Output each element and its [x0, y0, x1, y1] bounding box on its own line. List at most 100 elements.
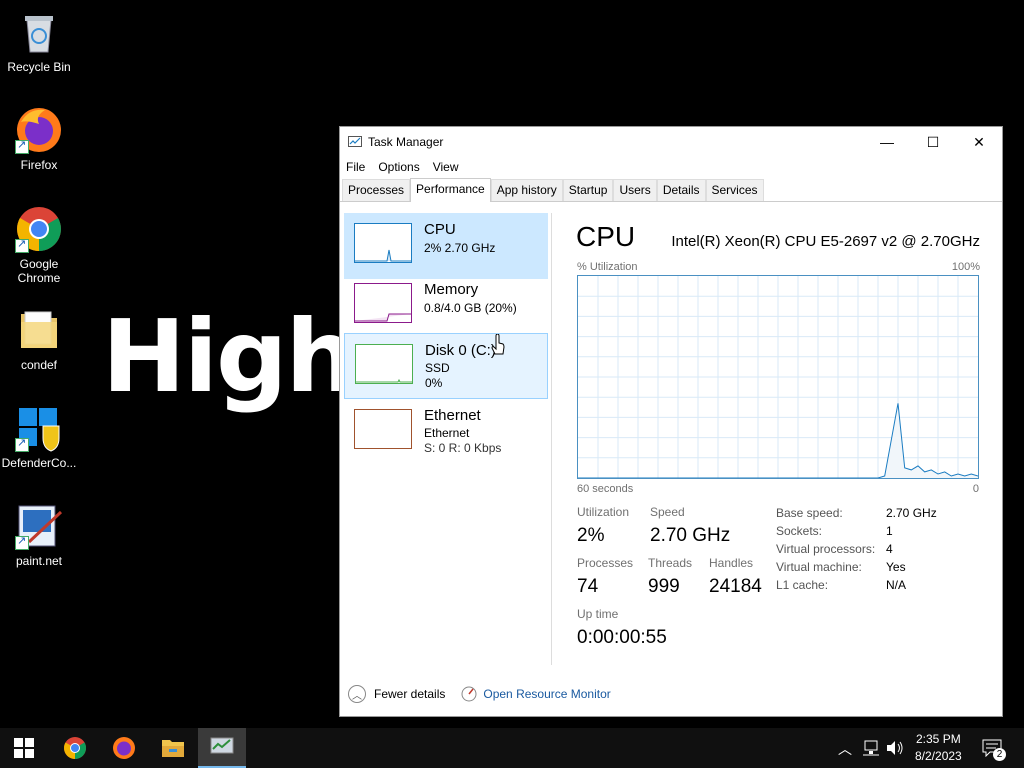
window-title: Task Manager: [368, 135, 444, 149]
volume-icon[interactable]: [886, 740, 904, 756]
y-axis-max-label: 100%: [951, 261, 980, 273]
desktop-icon-paintnet[interactable]: paint.net: [1, 502, 77, 568]
threads-label: Threads: [648, 556, 693, 570]
resource-list: CPU 2% 2.70 GHz Memory 0.8/4.0 GB (20%) …: [344, 213, 548, 665]
resource-usage: S: 0 R: 0 Kbps: [424, 441, 502, 455]
menu-options[interactable]: Options: [378, 160, 419, 174]
desktop-icon-label: DefenderCo...: [1, 456, 77, 470]
network-icon[interactable]: [862, 740, 880, 756]
shortcut-arrow-icon: [15, 436, 29, 452]
spec-label: Sockets:: [776, 524, 823, 538]
resource-type: Ethernet: [424, 426, 470, 440]
fewer-details-link[interactable]: Fewer details: [374, 687, 445, 701]
cpu-model: Intel(R) Xeon(R) CPU E5-2697 v2 @ 2.70GH…: [671, 233, 980, 250]
clock-date[interactable]: 8/2/2023: [915, 749, 962, 763]
title-bar[interactable]: Task Manager — ☐ ✕: [340, 127, 1002, 157]
chevron-up-icon[interactable]: ︿: [838, 739, 852, 759]
maximize-button[interactable]: ☐: [910, 127, 956, 157]
utilization-value: 2%: [577, 525, 605, 546]
tab-performance[interactable]: Performance: [410, 178, 491, 202]
cpu-thumbnail-graph: [354, 223, 412, 263]
resource-name: Ethernet: [424, 407, 481, 424]
hand-cursor-icon: [491, 334, 505, 355]
resource-usage: 0.8/4.0 GB (20%): [424, 301, 517, 315]
disk-thumbnail-graph: [355, 344, 413, 384]
taskbar-firefox[interactable]: [100, 728, 148, 768]
handles-value: 24184: [709, 576, 762, 597]
resource-item-memory[interactable]: Memory 0.8/4.0 GB (20%): [344, 273, 548, 339]
taskbar-file-explorer[interactable]: [149, 728, 197, 768]
utilization-label: Utilization: [577, 505, 630, 519]
desktop-icon-firefox[interactable]: Firefox: [1, 106, 77, 172]
shortcut-arrow-icon: [15, 237, 29, 253]
paintnet-icon: [15, 502, 63, 550]
taskbar: ︿ 2:35 PM 8/2/2023 2: [0, 728, 1024, 768]
spec-value: 4: [886, 542, 893, 556]
desktop-icon-recycle-bin[interactable]: Recycle Bin: [1, 8, 77, 74]
y-axis-label: % Utilization: [577, 261, 638, 273]
processes-value: 74: [577, 576, 599, 597]
close-button[interactable]: ✕: [956, 127, 1002, 157]
spec-value: 1: [886, 524, 893, 538]
tab-startup[interactable]: Startup: [562, 179, 614, 201]
resource-item-ethernet[interactable]: Ethernet Ethernet S: 0 R: 0 Kbps: [344, 399, 548, 465]
resource-name: Disk 0 (C:): [425, 342, 496, 359]
detail-title: CPU: [576, 221, 636, 252]
tab-services[interactable]: Services: [705, 179, 764, 201]
desktop-icon-label: condef: [20, 358, 58, 372]
tab-details[interactable]: Details: [656, 179, 706, 201]
speed-value: 2.70 GHz: [650, 525, 731, 546]
desktop-icon-chrome[interactable]: Google Chrome: [1, 205, 77, 285]
spec-label: Virtual processors:: [776, 542, 876, 556]
file-explorer-icon: [162, 740, 184, 757]
desktop-icon-label: Google Chrome: [17, 257, 61, 285]
taskbar-task-manager[interactable]: [198, 728, 246, 768]
resource-item-cpu[interactable]: CPU 2% 2.70 GHz: [344, 213, 548, 279]
chrome-icon: [64, 737, 86, 759]
resource-name: Memory: [424, 281, 479, 298]
spec-label: Virtual machine:: [776, 560, 862, 574]
x-axis-left-label: 60 seconds: [577, 483, 634, 495]
uptime-label: Up time: [577, 607, 619, 621]
ethernet-thumbnail-graph: [354, 409, 412, 449]
chevron-up-icon[interactable]: ︿: [348, 685, 366, 703]
minimize-button[interactable]: —: [864, 127, 910, 157]
clock-time[interactable]: 2:35 PM: [916, 732, 961, 746]
tab-users[interactable]: Users: [613, 179, 657, 201]
taskbar-chrome[interactable]: [51, 728, 99, 768]
tab-app-history[interactable]: App history: [490, 179, 563, 201]
spec-label: Base speed:: [776, 506, 843, 520]
spec-label: L1 cache:: [776, 578, 829, 592]
defender-icon: [15, 404, 63, 452]
uptime-value: 0:00:00:55: [577, 627, 667, 648]
desktop-icon-label: Firefox: [20, 158, 58, 172]
resource-name: CPU: [424, 221, 456, 238]
chrome-icon: [15, 205, 63, 253]
tab-strip: Processes Performance App history Startu…: [340, 177, 1002, 202]
open-resource-monitor-link[interactable]: Open Resource Monitor: [483, 687, 610, 701]
cpu-utilization-graph: [577, 275, 979, 479]
desktop-icon-defender[interactable]: DefenderCo...: [1, 404, 77, 470]
menu-bar: File Options View: [340, 157, 1002, 177]
menu-view[interactable]: View: [433, 160, 459, 174]
resource-type: SSD: [425, 361, 450, 375]
pane-divider[interactable]: [551, 213, 552, 665]
resource-usage: 0%: [425, 376, 443, 390]
cpu-chart-svg: [578, 276, 979, 479]
firefox-icon: [113, 737, 135, 759]
resource-usage: 2% 2.70 GHz: [424, 241, 496, 255]
start-button[interactable]: [0, 728, 48, 768]
overlay-text: High: [102, 298, 357, 415]
spec-value: Yes: [886, 560, 906, 574]
desktop-icon-condef[interactable]: condef: [1, 306, 77, 372]
x-axis-right-label: 0: [972, 483, 979, 495]
resource-item-disk[interactable]: Disk 0 (C:) SSD 0%: [344, 333, 548, 399]
tab-processes[interactable]: Processes: [342, 179, 411, 201]
processes-label: Processes: [577, 556, 634, 570]
desktop-icon-label: Recycle Bin: [7, 60, 71, 74]
notification-count-badge: 2: [993, 748, 1006, 761]
shortcut-arrow-icon: [15, 534, 29, 550]
folder-icon: [15, 306, 63, 354]
desktop-icon-label: paint.net: [15, 554, 63, 568]
menu-file[interactable]: File: [346, 160, 365, 174]
